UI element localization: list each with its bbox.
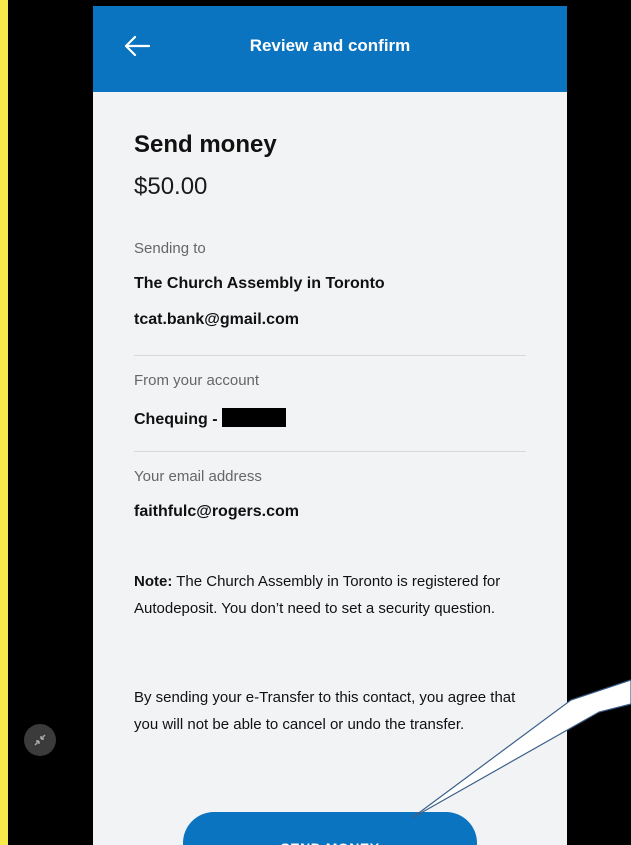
sender-email: faithfulc@rogers.com bbox=[134, 503, 299, 520]
yellow-border bbox=[0, 0, 8, 845]
transfer-title: Send money bbox=[134, 131, 277, 158]
note-heading: Note: bbox=[134, 573, 173, 590]
account-value: Chequing - bbox=[134, 408, 286, 429]
divider bbox=[134, 451, 526, 452]
app-screen: Review and confirm Send money $50.00 Sen… bbox=[93, 6, 567, 845]
recipient-label: Sending to bbox=[134, 240, 206, 257]
page-title: Review and confirm bbox=[249, 36, 411, 55]
account-name: Chequing - bbox=[134, 411, 218, 428]
recipient-name: The Church Assembly in Toronto bbox=[134, 275, 385, 292]
sender-email-label: Your email address bbox=[134, 468, 262, 485]
divider bbox=[134, 355, 526, 356]
recipient-email: tcat.bank@gmail.com bbox=[134, 311, 299, 328]
cancel-disclaimer: By sending your e-Transfer to this conta… bbox=[134, 689, 516, 733]
send-money-button[interactable]: SEND MONEY bbox=[183, 812, 477, 845]
note-text: The Church Assembly in Toronto is regist… bbox=[134, 573, 501, 617]
transfer-amount: $50.00 bbox=[134, 173, 208, 200]
account-label: From your account bbox=[134, 372, 260, 389]
redacted-account-number bbox=[221, 408, 286, 427]
minimize-arrows-icon[interactable] bbox=[24, 724, 56, 756]
app-bar: Review and confirm bbox=[93, 6, 567, 92]
autodeposit-note: Note: The Church Assembly in Toronto is … bbox=[134, 568, 534, 622]
